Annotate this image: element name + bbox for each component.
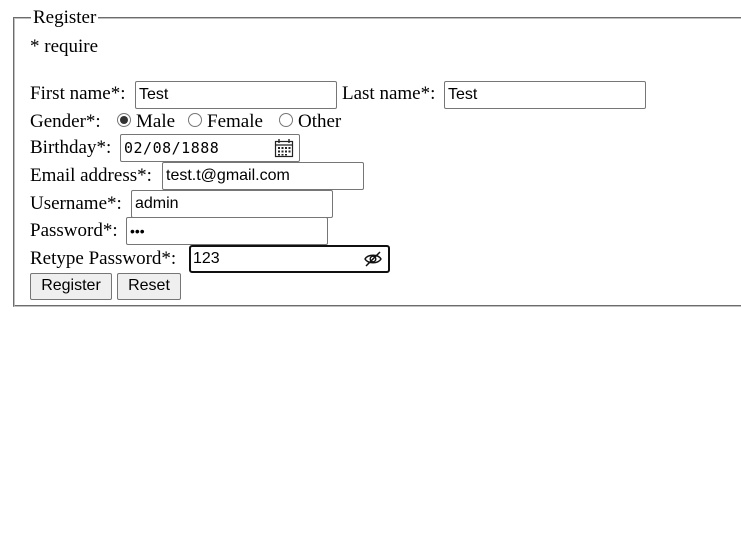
birthday-input[interactable]: 02/08/1888 xyxy=(120,134,300,162)
register-button[interactable]: Register xyxy=(30,273,112,300)
first-name-label: First name*: xyxy=(30,83,126,104)
gender-other-label[interactable]: Other xyxy=(298,111,341,133)
last-name-label: Last name*: xyxy=(342,83,436,104)
gender-female-radio[interactable] xyxy=(188,113,202,127)
last-name-input[interactable]: Test xyxy=(444,81,646,109)
birthday-value: 02/08/1888 xyxy=(124,139,220,157)
reset-button[interactable]: Reset xyxy=(117,273,181,300)
retype-password-input[interactable]: 123 xyxy=(189,245,390,273)
gender-female-label[interactable]: Female xyxy=(207,111,263,133)
first-name-input[interactable]: Test xyxy=(135,81,337,109)
username-label: Username*: xyxy=(30,193,122,214)
gender-male-label[interactable]: Male xyxy=(136,111,175,133)
email-label: Email address*: xyxy=(30,165,152,186)
gender-male-radio[interactable] xyxy=(117,113,131,127)
retype-password-value: 123 xyxy=(193,250,220,267)
require-note: * require xyxy=(30,36,99,57)
username-input[interactable]: admin xyxy=(131,190,333,218)
calendar-icon[interactable] xyxy=(274,138,294,163)
password-input[interactable]: ••• xyxy=(126,217,328,245)
gender-other-radio[interactable] xyxy=(279,113,293,127)
email-input[interactable]: test.t@gmail.com xyxy=(162,162,364,190)
birthday-label: Birthday*: xyxy=(30,137,112,158)
gender-label: Gender*: xyxy=(30,111,101,132)
eye-slash-icon[interactable] xyxy=(363,250,383,274)
password-label: Password*: xyxy=(30,220,118,241)
register-legend: Register xyxy=(33,7,97,28)
retype-password-label: Retype Password*: xyxy=(30,248,177,269)
